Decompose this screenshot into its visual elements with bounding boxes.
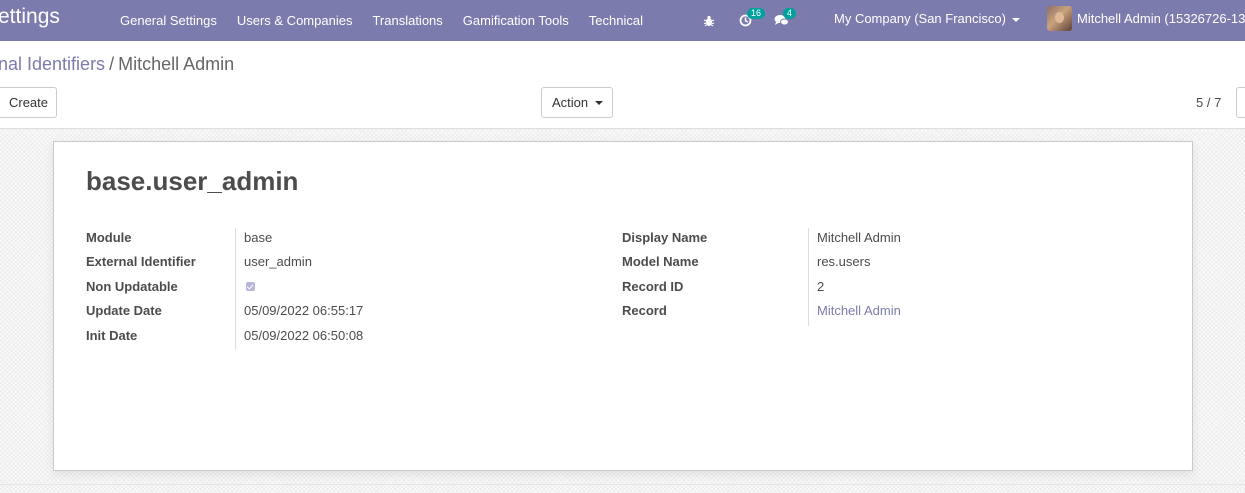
app-title[interactable]: ettings <box>0 5 60 29</box>
pager-previous-button[interactable] <box>1236 87 1245 118</box>
avatar <box>1047 6 1072 31</box>
form-sheet: base.user_admin Module base External Ide… <box>53 141 1193 471</box>
field-value: 05/09/2022 06:55:17 <box>244 303 364 318</box>
caret-down-icon <box>1011 17 1020 22</box>
field-label: Display Name <box>622 230 708 245</box>
breadcrumb-separator: / <box>109 54 115 74</box>
top-navbar: ettings General Settings Users & Compani… <box>0 0 1245 41</box>
breadcrumb: nal Identifiers / Mitchell Admin <box>0 54 234 75</box>
field-value: 05/09/2022 06:50:08 <box>244 328 364 343</box>
pager-value[interactable]: 5 / 7 <box>1196 95 1221 110</box>
create-button[interactable]: Create <box>0 87 57 118</box>
field-label: Record <box>622 303 667 318</box>
non-updatable-checkbox[interactable] <box>246 282 255 291</box>
menu-users-companies[interactable]: Users & Companies <box>227 0 363 41</box>
field-value: res.users <box>817 254 871 269</box>
messages-button[interactable]: 4 <box>770 0 797 41</box>
field-value: base <box>244 230 273 245</box>
menu-gamification-tools[interactable]: Gamification Tools <box>453 0 579 41</box>
field-value: user_admin <box>244 254 312 269</box>
field-label: Model Name <box>622 254 699 269</box>
company-switcher[interactable]: My Company (San Francisco) <box>834 0 1020 37</box>
field-separator <box>808 228 809 326</box>
action-button[interactable]: Action <box>541 87 613 118</box>
activity-badge: 16 <box>747 8 766 19</box>
user-menu[interactable]: Mitchell Admin (15326726-13 <box>1047 0 1245 37</box>
menu-technical[interactable]: Technical <box>579 0 653 41</box>
user-name: Mitchell Admin (15326726-13 <box>1077 11 1245 26</box>
bug-icon <box>703 15 715 26</box>
bottom-divider <box>0 484 1245 485</box>
caret-down-icon <box>595 100 604 105</box>
field-label: Module <box>86 230 132 245</box>
company-name: My Company (San Francisco) <box>834 11 1006 26</box>
systray: 16 4 <box>698 0 806 41</box>
messages-badge: 4 <box>783 8 797 19</box>
field-label: Update Date <box>86 303 162 318</box>
field-value: Mitchell Admin <box>817 230 901 245</box>
field-label: Record ID <box>622 279 684 294</box>
field-label: Non Updatable <box>86 279 178 294</box>
breadcrumb-current: Mitchell Admin <box>118 54 235 74</box>
action-button-label: Action <box>552 95 589 110</box>
field-separator <box>235 228 236 350</box>
menu-general-settings[interactable]: General Settings <box>110 0 227 41</box>
field-label: Init Date <box>86 328 138 343</box>
activity-button[interactable]: 16 <box>734 0 766 41</box>
record-title: base.user_admin <box>86 166 299 196</box>
menu-translations[interactable]: Translations <box>362 0 452 41</box>
field-value: 2 <box>817 279 825 294</box>
debug-button[interactable] <box>698 0 720 41</box>
record-link[interactable]: Mitchell Admin <box>817 303 901 318</box>
breadcrumb-parent-link[interactable]: nal Identifiers <box>0 54 105 74</box>
main-menu: General Settings Users & Companies Trans… <box>110 0 653 41</box>
field-label: External Identifier <box>86 254 196 269</box>
